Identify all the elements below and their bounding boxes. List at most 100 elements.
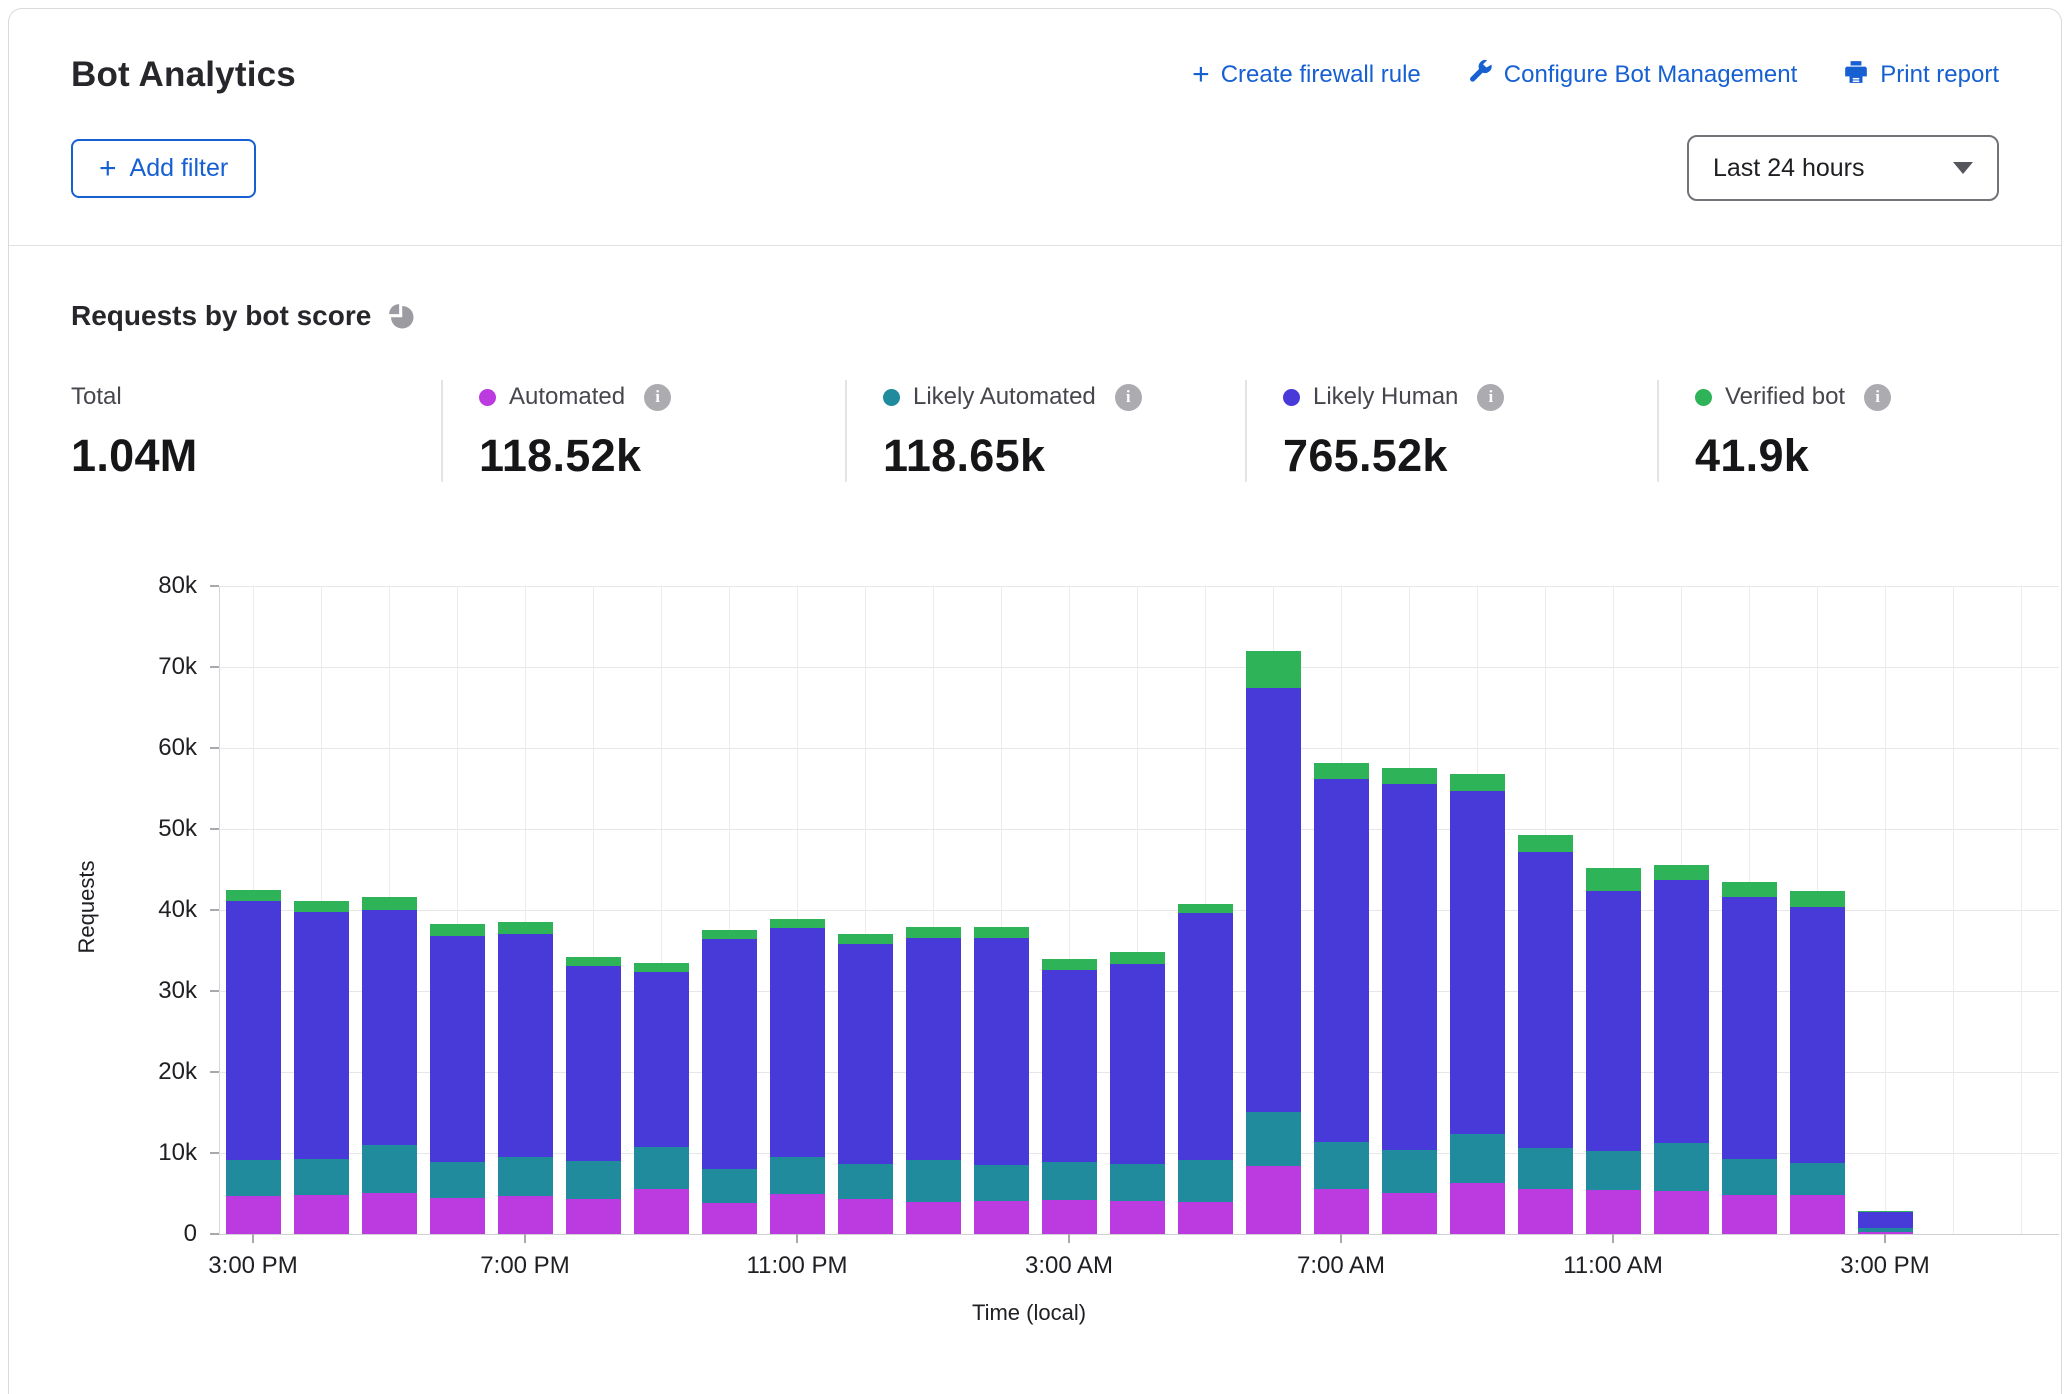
- bar-hour-18[interactable]: [1450, 586, 1505, 1234]
- bar-hour-1[interactable]: [294, 586, 349, 1234]
- y-tick-label: 0: [133, 1220, 219, 1248]
- info-icon[interactable]: i: [1477, 384, 1504, 411]
- stat-label: Likely Human: [1313, 383, 1458, 411]
- x-axis-line: [219, 1234, 2059, 1235]
- bar-segment-likely-automated: [1586, 1151, 1641, 1190]
- time-range-select[interactable]: Last 24 hours: [1687, 135, 1999, 201]
- stat-head: Likely Automatedi: [883, 380, 1215, 414]
- bar-segment-likely-automated: [1042, 1162, 1097, 1200]
- bar-hour-3[interactable]: [430, 586, 485, 1234]
- stat-verified-bot: Verified boti41.9k: [1657, 380, 1997, 482]
- y-tick-label: 10k: [133, 1139, 219, 1167]
- header: Bot Analytics + Create firewall rule Con…: [9, 9, 2061, 246]
- bar-hour-10[interactable]: [906, 586, 961, 1234]
- bar-hour-17[interactable]: [1382, 586, 1437, 1234]
- bar-hour-0[interactable]: [226, 586, 281, 1234]
- bar-segment-likely-human: [770, 928, 825, 1157]
- stat-head: Total: [71, 380, 411, 414]
- bar-hour-20[interactable]: [1586, 586, 1641, 1234]
- legend-dot: [883, 389, 900, 406]
- wrench-icon: [1467, 59, 1493, 92]
- bar-hour-13[interactable]: [1110, 586, 1165, 1234]
- y-tick-label: 80k: [133, 572, 219, 600]
- bar-hour-12[interactable]: [1042, 586, 1097, 1234]
- bar-segment-verified-bot: [430, 924, 485, 936]
- bar-hour-6[interactable]: [634, 586, 689, 1234]
- bar-hour-22[interactable]: [1722, 586, 1777, 1234]
- bar-hour-8[interactable]: [770, 586, 825, 1234]
- bar-segment-automated: [1246, 1166, 1301, 1234]
- bar-segment-likely-human: [1450, 791, 1505, 1134]
- bar-segment-verified-bot: [1518, 835, 1573, 852]
- info-icon[interactable]: i: [1115, 384, 1142, 411]
- bar-segment-verified-bot: [1042, 959, 1097, 970]
- info-icon[interactable]: i: [1864, 384, 1891, 411]
- bar-segment-likely-automated: [1654, 1143, 1709, 1191]
- bar-segment-automated: [770, 1194, 825, 1235]
- stat-value: 41.9k: [1695, 430, 1967, 482]
- bar-hour-23[interactable]: [1790, 586, 1845, 1234]
- bar-segment-automated: [430, 1198, 485, 1234]
- x-tick: [1884, 1234, 1886, 1243]
- stat-likely-human: Likely Humani765.52k: [1245, 380, 1657, 482]
- bar-segment-automated: [1450, 1183, 1505, 1234]
- bar-segment-verified-bot: [294, 901, 349, 912]
- bar-segment-likely-human: [566, 966, 621, 1161]
- bar-segment-likely-human: [974, 938, 1029, 1165]
- bar-segment-likely-automated: [294, 1159, 349, 1195]
- bar-hour-9[interactable]: [838, 586, 893, 1234]
- bar-hour-11[interactable]: [974, 586, 1029, 1234]
- bar-segment-verified-bot: [1382, 768, 1437, 783]
- bar-hour-14[interactable]: [1178, 586, 1233, 1234]
- bar-hour-24[interactable]: [1858, 586, 1913, 1234]
- bar-segment-likely-human: [838, 944, 893, 1164]
- legend-dot: [1283, 389, 1300, 406]
- bar-segment-verified-bot: [1110, 952, 1165, 964]
- bar-hour-4[interactable]: [498, 586, 553, 1234]
- bar-hour-16[interactable]: [1314, 586, 1369, 1234]
- bar-segment-likely-automated: [362, 1145, 417, 1193]
- bar-segment-likely-automated: [1790, 1163, 1845, 1195]
- bar-segment-likely-human: [1246, 688, 1301, 1112]
- bar-segment-likely-automated: [974, 1165, 1029, 1201]
- bar-hour-21[interactable]: [1654, 586, 1709, 1234]
- info-icon[interactable]: i: [644, 384, 671, 411]
- add-filter-label: Add filter: [130, 154, 229, 183]
- chart-plot-area: Requests Time (local) 010k20k30k40k50k60…: [219, 586, 2059, 1234]
- bar-segment-automated: [1790, 1195, 1845, 1234]
- v-gridline: [1953, 586, 1954, 1234]
- main-content: Requests by bot score Total1.04MAutomate…: [9, 300, 2061, 1344]
- create-firewall-rule-link[interactable]: + Create firewall rule: [1192, 61, 1421, 89]
- print-report-link[interactable]: Print report: [1843, 59, 1999, 92]
- bar-hour-15[interactable]: [1246, 586, 1301, 1234]
- v-gridline: [2021, 586, 2022, 1234]
- bar-segment-automated: [634, 1189, 689, 1234]
- y-tick-label: 40k: [133, 896, 219, 924]
- bar-segment-likely-automated: [906, 1160, 961, 1202]
- bar-segment-likely-automated: [838, 1164, 893, 1200]
- stat-value: 118.65k: [883, 430, 1215, 482]
- stat-value: 1.04M: [71, 430, 411, 482]
- bar-segment-likely-human: [1722, 897, 1777, 1159]
- bar-hour-19[interactable]: [1518, 586, 1573, 1234]
- section-title: Requests by bot score: [71, 300, 371, 332]
- stat-value: 118.52k: [479, 430, 815, 482]
- bar-hour-7[interactable]: [702, 586, 757, 1234]
- add-filter-button[interactable]: + Add filter: [71, 139, 256, 198]
- header-actions: + Create firewall rule Configure Bot Man…: [1192, 59, 1999, 92]
- bar-hour-2[interactable]: [362, 586, 417, 1234]
- configure-bot-management-link[interactable]: Configure Bot Management: [1467, 59, 1798, 92]
- bar-segment-likely-automated: [1178, 1160, 1233, 1202]
- bar-segment-verified-bot: [566, 957, 621, 966]
- bar-segment-likely-human: [1858, 1212, 1913, 1228]
- plus-icon: +: [1192, 63, 1210, 87]
- bar-segment-likely-automated: [1450, 1134, 1505, 1183]
- y-tick-label: 70k: [133, 653, 219, 681]
- bar-hour-5[interactable]: [566, 586, 621, 1234]
- bar-segment-likely-automated: [566, 1161, 621, 1199]
- bar-segment-verified-bot: [1314, 763, 1369, 779]
- requests-by-bot-score-chart: Requests Time (local) 010k20k30k40k50k60…: [71, 544, 1999, 1344]
- bar-segment-verified-bot: [1178, 904, 1233, 914]
- printer-icon: [1843, 59, 1869, 92]
- bar-segment-likely-human: [702, 939, 757, 1169]
